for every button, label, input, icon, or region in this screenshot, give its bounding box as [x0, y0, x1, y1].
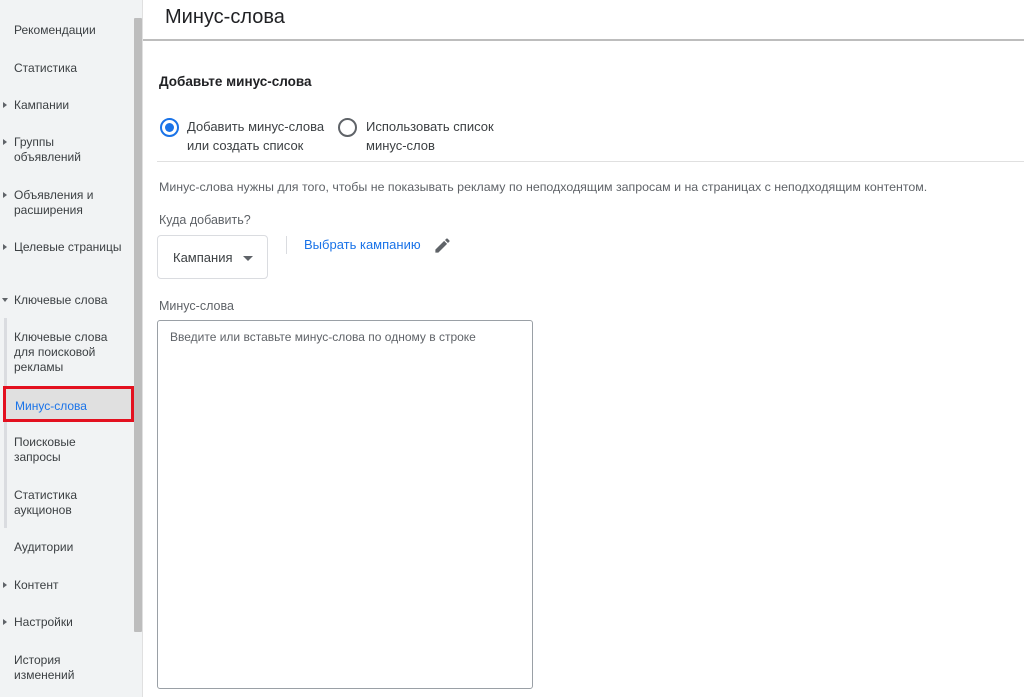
sidebar-item-label: Статистика — [14, 61, 78, 75]
sidebar-item-label: Ключевые слова — [14, 293, 108, 307]
submenu-indicator — [4, 318, 7, 528]
target-select-value: Кампания — [173, 250, 233, 265]
sidebar-item-label: Объявления и расширения — [14, 188, 94, 217]
radio-use-list[interactable] — [338, 118, 357, 137]
choose-campaign-link[interactable]: Выбрать кампанию — [304, 237, 421, 252]
sidebar-item-label: Поисковые запросы — [14, 435, 76, 464]
target-label: Куда добавить? — [159, 213, 251, 227]
caret-down-icon — [243, 256, 253, 261]
chevron-right-icon — [3, 582, 7, 588]
sidebar-item-label: Настройки — [14, 615, 73, 629]
chevron-right-icon — [3, 102, 7, 108]
radio-use-list-label[interactable]: Использовать список минус-слов — [366, 117, 511, 155]
app-root: Рекомендации Статистика Кампании Группы … — [0, 0, 1024, 697]
sidebar-item-label: Статистика аукционов — [14, 488, 78, 517]
sidebar-item-label: Контент — [14, 578, 59, 592]
chevron-right-icon — [3, 244, 7, 250]
sidebar-item-label: Группы объявлений — [14, 135, 81, 164]
sidebar-item-label: Кампании — [14, 98, 70, 112]
sidebar-item-label: Аудитории — [14, 540, 74, 554]
sidebar-item-label: Ключевые слова для поисковой рекламы — [14, 330, 108, 374]
target-select[interactable]: Кампания — [157, 235, 268, 279]
description-text: Минус-слова нужны для того, чтобы не пок… — [159, 180, 928, 194]
header-divider — [143, 39, 1024, 41]
section-title: Добавьте минус-слова — [159, 74, 312, 89]
negative-keywords-textarea[interactable] — [157, 320, 533, 689]
radio-add-or-create[interactable] — [160, 118, 179, 137]
chevron-down-icon — [2, 298, 8, 302]
sidebar-item-label: Рекомендации — [14, 23, 96, 37]
radio-add-or-create-label[interactable]: Добавить минус-слова или создать список — [187, 117, 337, 155]
content-divider — [157, 161, 1024, 162]
page-title: Минус-слова — [165, 6, 285, 28]
sidebar-item-negative-keywords[interactable]: Минус-слова — [3, 386, 134, 422]
sidebar: Рекомендации Статистика Кампании Группы … — [0, 0, 143, 697]
sidebar-item-label: История изменений — [14, 653, 75, 682]
chevron-right-icon — [3, 192, 7, 198]
sidebar-item-label: Минус-слова — [15, 399, 87, 413]
chevron-right-icon — [3, 619, 7, 625]
sidebar-item-label: Целевые страницы — [14, 240, 122, 254]
keywords-label: Минус-слова — [159, 299, 234, 313]
sidebar-scrollbar[interactable] — [134, 18, 142, 632]
chevron-right-icon — [3, 139, 7, 145]
vertical-divider — [286, 236, 287, 254]
pencil-icon[interactable] — [433, 236, 452, 255]
